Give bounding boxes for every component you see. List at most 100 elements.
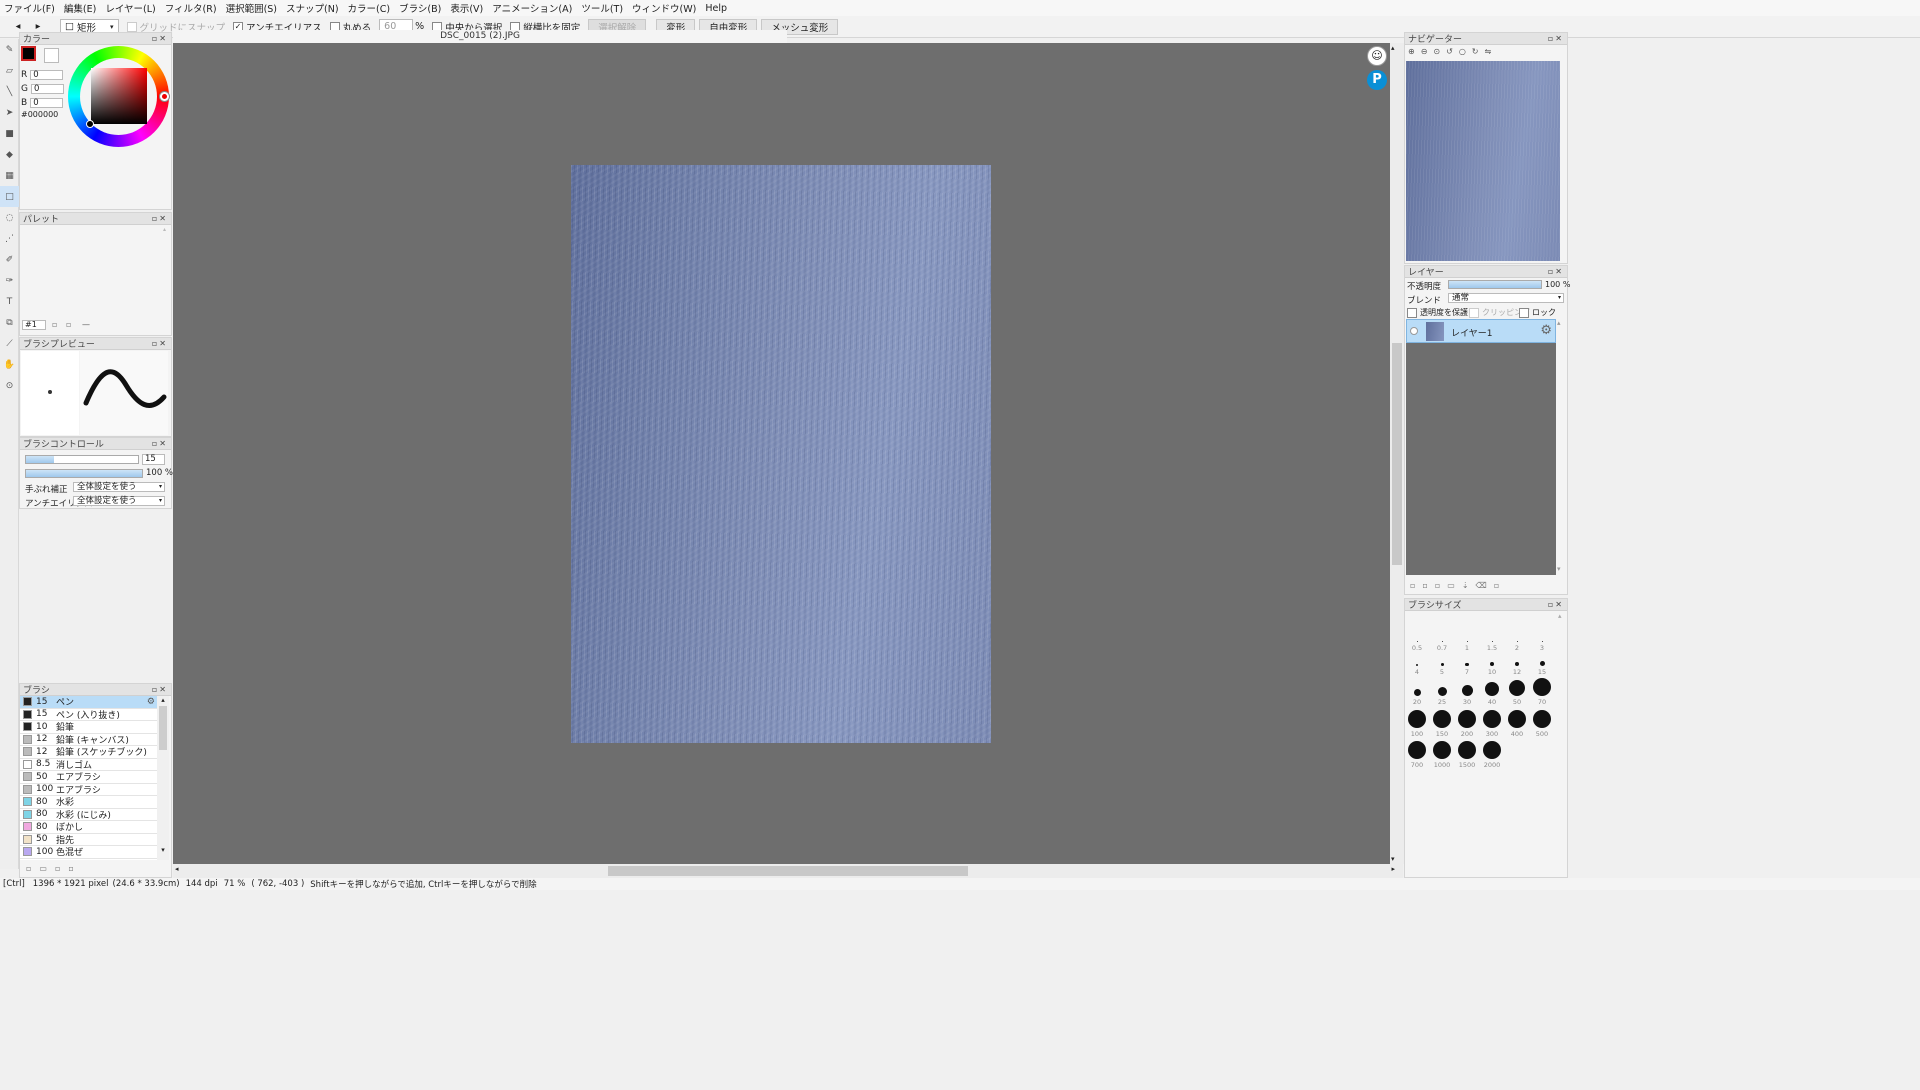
scroll-up-icon[interactable]: ▴ [157, 696, 169, 704]
bucket-tool-icon[interactable]: ◆ [0, 144, 19, 165]
brush-size-option[interactable]: 70 [1530, 676, 1554, 706]
layer-row[interactable]: レイヤー1 ⚙ [1406, 319, 1556, 343]
new-layer-folder-icon[interactable]: ▫ [1422, 581, 1434, 590]
brush-list-item[interactable]: 12 鉛筆 (キャンバス) [20, 734, 157, 746]
brush-folder-icon[interactable]: ▭ [39, 864, 55, 873]
new-layer-icon[interactable]: ▫ [1410, 581, 1422, 590]
brush-size-option[interactable]: 4 [1405, 646, 1429, 676]
rotate-reset-icon[interactable]: ○ [1459, 47, 1472, 56]
brush-list-item[interactable]: 15 ペン (入り抜き) [20, 709, 157, 721]
menu-view[interactable]: 表示(V) [450, 1, 483, 15]
brush-control-close-icon[interactable]: ▫✕ [152, 439, 171, 448]
menu-window[interactable]: ウィンドウ(W) [632, 1, 696, 15]
r-input[interactable]: 0 [30, 69, 64, 80]
brush-size-option[interactable]: 15 [1530, 646, 1554, 676]
brush-opacity-slider[interactable] [25, 469, 143, 478]
brush-size-option[interactable]: 500 [1530, 708, 1554, 738]
divide-tool-icon[interactable]: ⧉ [0, 312, 19, 333]
brush-size-option[interactable]: 1000 [1430, 739, 1454, 769]
brush-list-item[interactable]: 50 指先 [20, 834, 157, 846]
clear-layer-icon[interactable]: ⌫ [1476, 581, 1494, 590]
brush-size-option[interactable]: 400 [1505, 708, 1529, 738]
horizontal-scrollbar[interactable]: ◂ ▸ [173, 864, 1403, 878]
palette-add-icon[interactable]: ▫ [52, 320, 57, 329]
brush-size-close-icon[interactable]: ▫✕ [1548, 600, 1567, 609]
brush-add-icon[interactable]: ▫ [26, 864, 39, 873]
stabilizer-select[interactable]: 全体設定を使う ▾ [73, 482, 165, 492]
brush-list-item[interactable]: 15 ペン ⚙ [20, 696, 157, 709]
layer-settings-gear-icon[interactable]: ⚙ [1540, 323, 1552, 338]
zoom-in-icon[interactable]: ⊕ [1408, 47, 1421, 56]
brush-list-scrollbar[interactable]: ▴ ▾ [157, 696, 169, 860]
brush-size-scroll-icon[interactable]: ▴ [1558, 612, 1562, 620]
move-tool-icon[interactable]: ➤ [0, 102, 19, 123]
brush-size-option[interactable]: 300 [1480, 708, 1504, 738]
rotate-right-icon[interactable]: ↻ [1472, 47, 1485, 56]
zoom-tool-icon[interactable]: ⊙ [0, 375, 19, 396]
brush-list-item[interactable]: 80 ぼかし [20, 821, 157, 834]
palette-line-icon[interactable]: — [82, 320, 90, 329]
vertical-scroll-thumb[interactable] [1392, 343, 1402, 565]
menu-snap[interactable]: スナップ(N) [286, 1, 339, 15]
g-input[interactable]: 0 [30, 83, 64, 94]
lock-checkbox[interactable]: ロック [1519, 307, 1556, 318]
scroll-down-icon[interactable]: ▾ [1391, 855, 1395, 863]
brush-size-option[interactable]: 40 [1480, 676, 1504, 706]
layer-scrollbar[interactable]: ▴ ▾ [1557, 319, 1566, 575]
document-tab[interactable]: DSC_0015 (2).JPG [173, 30, 787, 43]
avatar-icon[interactable]: ☺ [1367, 46, 1387, 66]
delete-layer-icon[interactable]: ▫ [1494, 581, 1506, 590]
protect-alpha-checkbox[interactable]: 透明度を保護 [1407, 307, 1468, 318]
pen-tool-icon[interactable]: ✎ [0, 39, 19, 60]
palette-delete-icon[interactable]: ▫ [66, 320, 71, 329]
brush-preview-close-icon[interactable]: ▫✕ [152, 339, 171, 348]
scroll-down-icon[interactable]: ▾ [1557, 565, 1566, 573]
brush-list-scroll-thumb[interactable] [159, 706, 167, 750]
brush-list-item[interactable]: 8.5 消しゴム [20, 759, 157, 771]
fill-rect-tool-icon[interactable]: ■ [0, 123, 19, 144]
brush-list-item[interactable]: 100 エアブラシ [20, 784, 157, 796]
select-eraser-tool-icon[interactable]: ✑ [0, 270, 19, 291]
brush-size-option[interactable]: 1500 [1455, 739, 1479, 769]
brush-size-option[interactable]: 2000 [1480, 739, 1504, 769]
brush-size-slider[interactable] [25, 455, 139, 464]
brush-panel-close-icon[interactable]: ▫✕ [152, 685, 171, 694]
palette-close-icon[interactable]: ▫✕ [152, 214, 171, 223]
brush-size-option[interactable]: 10 [1480, 646, 1504, 676]
brush-size-option[interactable]: 700 [1405, 739, 1429, 769]
menu-edit[interactable]: 編集(E) [64, 1, 96, 15]
b-input[interactable]: 0 [30, 97, 64, 108]
sv-picker-handle[interactable] [86, 120, 94, 128]
rect-select-tool-icon[interactable]: □ [0, 186, 19, 207]
brush-copy-icon[interactable]: ▫ [55, 864, 68, 873]
menu-help[interactable]: Help [705, 3, 727, 14]
canvas-area[interactable] [173, 43, 1390, 864]
scroll-up-icon[interactable]: ▴ [1557, 319, 1566, 327]
brush-antialias-select[interactable]: 全体設定を使う ▾ [73, 496, 165, 506]
vertical-scrollbar[interactable]: ▴ ▾ [1390, 43, 1404, 864]
eyedropper-tool-icon[interactable]: ⟋ [0, 333, 19, 354]
redo-icon[interactable]: ▸ [30, 21, 46, 32]
brush-list-item[interactable]: 50 エアブラシ [20, 771, 157, 784]
brush-size-option[interactable]: 50 [1505, 676, 1529, 706]
scroll-right-icon[interactable]: ▸ [1391, 865, 1395, 873]
menu-selection[interactable]: 選択範囲(S) [226, 1, 277, 15]
flip-icon[interactable]: ⇋ [1485, 47, 1498, 56]
brush-settings-gear-icon[interactable]: ⚙ [147, 697, 155, 707]
select-pen-tool-icon[interactable]: ✐ [0, 249, 19, 270]
lasso-tool-icon[interactable]: ◌ [0, 207, 19, 228]
brush-list-item[interactable]: 100 色混ぜ [20, 846, 157, 859]
scroll-down-icon[interactable]: ▾ [157, 846, 169, 854]
brush-size-input[interactable]: 15 [142, 454, 165, 465]
brush-size-option[interactable]: 100 [1405, 708, 1429, 738]
brush-size-option[interactable]: 200 [1455, 708, 1479, 738]
canvas-image[interactable] [571, 165, 991, 743]
menu-layer[interactable]: レイヤー(L) [105, 1, 155, 15]
rotate-left-icon[interactable]: ↺ [1446, 47, 1459, 56]
brush-list-item[interactable]: 80 水彩 [20, 796, 157, 809]
gradient-tool-icon[interactable]: ▦ [0, 165, 19, 186]
pixiv-icon[interactable]: P [1367, 70, 1387, 90]
menu-brush[interactable]: ブラシ(B) [399, 1, 441, 15]
magic-wand-tool-icon[interactable]: ⋰ [0, 228, 19, 249]
scroll-left-icon[interactable]: ◂ [175, 865, 179, 873]
